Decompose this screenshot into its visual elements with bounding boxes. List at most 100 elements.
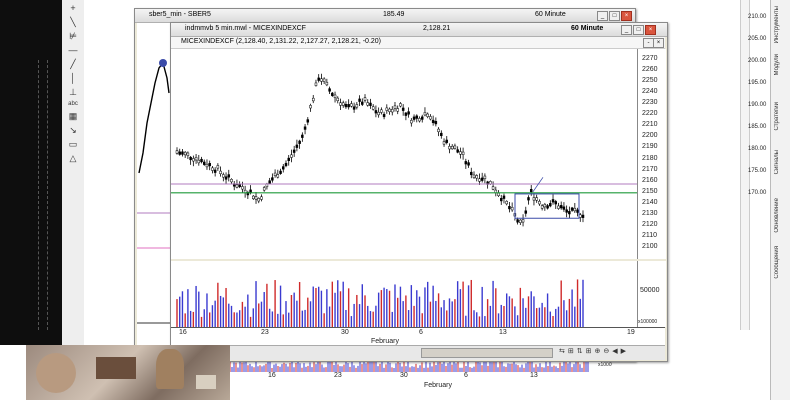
close-button[interactable]: × — [621, 11, 632, 21]
candle-body — [478, 178, 481, 182]
side-tab[interactable]: Сигналы — [774, 150, 780, 174]
vertical-line-icon[interactable]: │ — [66, 72, 80, 84]
back-window-titlebar[interactable]: sber5_min - SBER5 185.49 60 Minute _ □ × — [135, 9, 635, 23]
back-price-axis: 210.00 205.00 200.00 195.00 190.00 185.00 180.… — [748, 0, 770, 330]
front-window-price: 2,128.21 — [423, 25, 451, 32]
candle-body — [510, 207, 514, 211]
candle-body — [415, 115, 419, 119]
webcam-overlay — [26, 345, 230, 400]
scroll-nav-icons[interactable]: ⇆⊞⇅⊞⊕⊖◀▶ — [559, 347, 629, 355]
ytick: 2230 — [642, 99, 658, 107]
plus-icon[interactable]: + — [66, 2, 80, 14]
candle-body — [194, 157, 198, 161]
panel-close-button[interactable]: × — [653, 38, 664, 48]
back-xtick: 6 — [464, 372, 468, 379]
candle-body — [181, 151, 184, 155]
ytick: 2120 — [642, 220, 658, 228]
table-icon[interactable]: ▦ — [66, 110, 80, 122]
close-button[interactable]: × — [645, 25, 656, 35]
candle-body — [431, 119, 435, 124]
candle-body — [295, 144, 299, 148]
ytick: 2150 — [642, 187, 658, 195]
fib-icon[interactable]: ⊭ — [66, 30, 80, 42]
candle-body — [557, 205, 560, 209]
candle-body — [222, 174, 225, 178]
candle-body — [450, 145, 454, 150]
candle-body — [429, 116, 432, 120]
candle-body — [341, 102, 345, 106]
side-tab[interactable]: Модули — [774, 54, 780, 76]
candle-body — [437, 128, 440, 133]
front-window-titlebar[interactable]: indmmvb 5 min.mwl - MICEXINDEXCF 2,128.2… — [171, 23, 667, 37]
back-chart-plot — [137, 23, 171, 358]
candle-body — [470, 171, 473, 176]
scroll-thumb[interactable] — [421, 348, 553, 358]
chart-scrollbar[interactable]: ⇆⊞⇅⊞⊕⊖◀▶ — [171, 345, 665, 360]
side-tab[interactable]: Обновление — [774, 198, 780, 233]
arrow-icon[interactable]: ↘ — [66, 124, 80, 136]
ytick: 2260 — [642, 66, 658, 74]
maximize-button[interactable]: □ — [609, 11, 620, 21]
candle-body — [420, 116, 424, 120]
line-icon[interactable]: ╱ — [66, 58, 80, 70]
horizontal-line-icon[interactable]: — — [66, 44, 80, 56]
candle-body — [219, 170, 222, 175]
candle-body — [306, 119, 310, 123]
candle-body — [377, 111, 380, 116]
candle-body — [554, 201, 558, 205]
minimize-button[interactable]: _ — [597, 11, 608, 21]
candle-body — [200, 158, 203, 163]
xtick: 23 — [261, 329, 269, 336]
minimize-button[interactable]: _ — [621, 25, 632, 35]
video-object — [96, 357, 136, 379]
candle-body — [519, 219, 522, 223]
diagonal-line-icon[interactable]: ╲ — [66, 16, 80, 28]
side-tab[interactable]: Сообщения — [774, 246, 780, 279]
candle-body — [380, 109, 383, 113]
candle-body — [497, 192, 500, 196]
candle-body — [224, 176, 228, 180]
back-window-title: sber5_min - SBER5 — [149, 11, 211, 18]
side-tab[interactable]: Инструменты — [774, 6, 780, 43]
candle-body — [423, 112, 427, 116]
candle-body — [252, 195, 255, 199]
volume-unit: x100000 — [638, 319, 658, 325]
back-volume-strip: 16 23 30 6 13 February x1000 — [230, 360, 612, 400]
front-chart-window[interactable]: indmmvb 5 min.mwl - MICEXINDEXCF 2,128.2… — [170, 22, 668, 362]
grid-icon[interactable]: ⊥ — [66, 86, 80, 98]
candle-body — [502, 195, 506, 199]
candle-body — [483, 175, 487, 179]
ytick: 2200 — [642, 132, 658, 140]
candle-body — [301, 134, 304, 138]
candle-body — [391, 109, 394, 113]
video-object — [36, 353, 76, 393]
candle-body — [175, 150, 179, 154]
candle-body — [347, 104, 350, 108]
candle-body — [442, 141, 446, 145]
candle-body — [331, 92, 334, 96]
candle-body — [271, 177, 274, 181]
candle-body — [322, 78, 326, 82]
back-ytick: 200.00 — [748, 58, 767, 64]
maximize-button[interactable]: □ — [633, 25, 644, 35]
side-tab[interactable]: Стратегии — [774, 102, 780, 131]
candle-body — [276, 174, 280, 178]
candle-body — [249, 189, 252, 193]
triangle-icon[interactable]: △ — [66, 152, 80, 164]
volume-plot[interactable] — [171, 261, 637, 327]
text-abc-icon[interactable]: abc — [66, 98, 80, 110]
candle-body — [371, 106, 375, 110]
candle-body — [238, 183, 241, 188]
rectangle-icon[interactable]: ▭ — [66, 138, 80, 150]
ytick: 2170 — [642, 165, 658, 173]
ytick: 2180 — [642, 154, 658, 162]
price-plot[interactable] — [171, 49, 637, 259]
candle-body — [524, 210, 528, 214]
back-ytick: 185.00 — [748, 124, 767, 130]
xtick: 30 — [341, 329, 349, 336]
ytick: 2250 — [642, 77, 658, 85]
candle-body — [440, 132, 443, 137]
candle-body — [410, 120, 413, 124]
candle-body — [290, 154, 293, 158]
candle-body — [393, 105, 397, 109]
